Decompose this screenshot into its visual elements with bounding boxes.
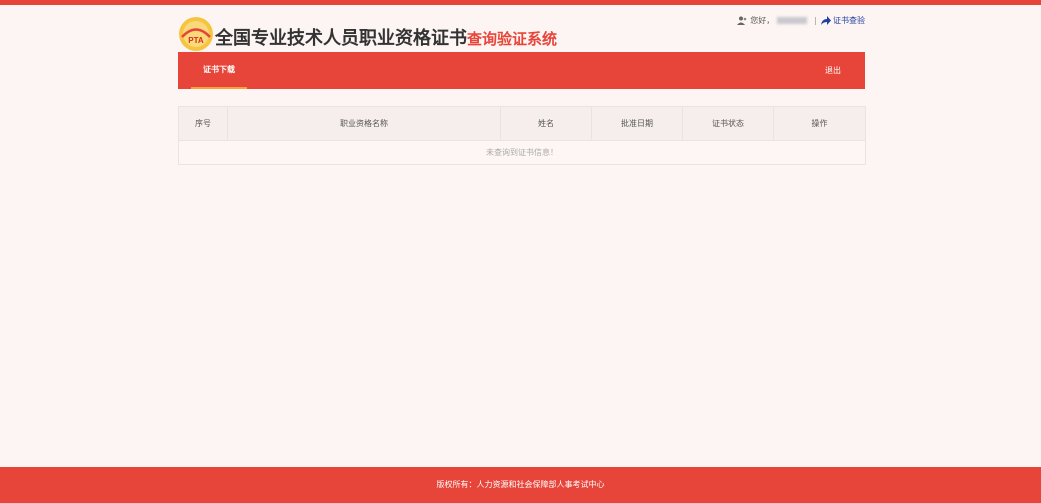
title-sub-text: 查询验证系统 — [467, 30, 558, 48]
tab-certificate-download[interactable]: 证书下载 — [191, 52, 247, 89]
table-header-row: 序号 职业资格名称 姓名 批准日期 证书状态 操作 — [178, 106, 866, 141]
user-box: 您好， | 证书查验 — [737, 15, 865, 26]
logo-text: PTA — [188, 36, 204, 45]
username-redacted — [777, 17, 808, 24]
footer: 版权所有：人力资源和社会保障部人事考试中心 — [0, 467, 1041, 503]
certificate-table: 序号 职业资格名称 姓名 批准日期 证书状态 操作 未查询到证书信息！ — [178, 106, 866, 165]
column-header-certificate-status: 证书状态 — [682, 106, 774, 141]
greeting-text: 您好， — [750, 16, 775, 25]
title-main-text: 全国专业技术人员职业资格证书 — [215, 28, 467, 49]
column-header-name: 姓名 — [500, 106, 592, 141]
user-icon — [737, 16, 747, 25]
copyright-text: 版权所有：人力资源和社会保障部人事考试中心 — [436, 480, 605, 489]
table-row: 未查询到证书信息！ — [178, 140, 866, 165]
column-header-qualification-name: 职业资格名称 — [227, 106, 501, 141]
separator: | — [814, 16, 817, 25]
share-arrow-icon — [821, 16, 831, 25]
logout-button[interactable]: 退出 — [825, 52, 841, 89]
main-navbar: 证书下载 退出 — [178, 52, 865, 89]
header: PTA 全国专业技术人员职业资格证书查询验证系统 您好， | 证书查验 — [178, 5, 865, 52]
empty-message: 未查询到证书信息！ — [178, 140, 866, 165]
column-header-approval-date: 批准日期 — [591, 106, 683, 141]
column-header-actions: 操作 — [773, 106, 866, 141]
certificate-verify-link[interactable]: 证书查验 — [821, 15, 865, 26]
page-title: 全国专业技术人员职业资格证书查询验证系统 — [215, 24, 557, 50]
pta-logo: PTA — [179, 17, 213, 51]
verify-link-label: 证书查验 — [833, 16, 865, 25]
column-header-index: 序号 — [178, 106, 228, 141]
